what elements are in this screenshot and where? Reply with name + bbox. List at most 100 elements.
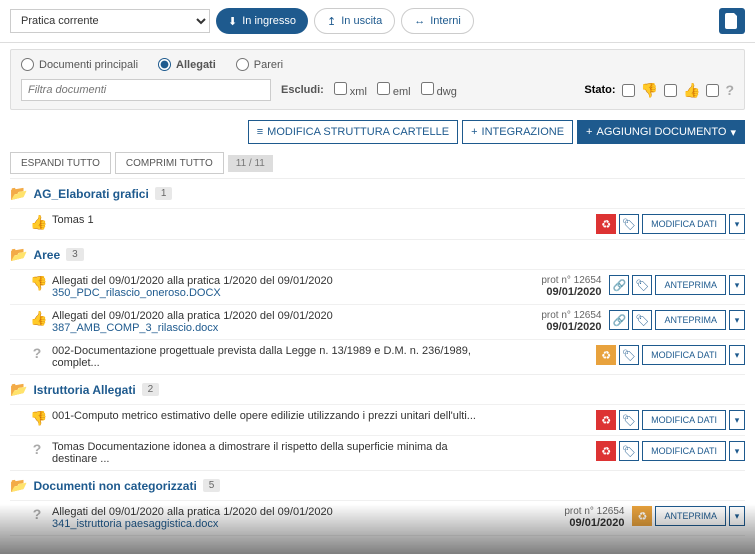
thumb-down-icon: 👎	[30, 410, 47, 426]
tag-icon[interactable]: 🏷	[619, 441, 639, 461]
row-dropdown-button[interactable]: ▾	[729, 410, 745, 430]
filter-input[interactable]	[21, 79, 271, 101]
radio-label: Allegati	[176, 59, 216, 71]
item-body: 002-Documentazione progettuale prevista …	[52, 345, 480, 369]
button-label: Interni	[430, 15, 461, 27]
thumb-down-icon: 👎	[30, 275, 47, 291]
thumb-down-icon: 👎	[641, 82, 658, 99]
link-icon[interactable]: 🔗	[609, 310, 629, 330]
chk-eml[interactable]: eml	[377, 82, 411, 98]
filter-row: Escludi: xml eml dwg Stato: 👎 👍 ?	[21, 79, 734, 101]
new-document-button[interactable]	[719, 8, 745, 34]
row-dropdown-button[interactable]: ▾	[729, 506, 745, 526]
tag-icon[interactable]: 🏷	[619, 410, 639, 430]
thumb-up-icon: 👍	[30, 310, 47, 326]
folder-name: Aree	[33, 248, 60, 262]
folder-open-icon: 📂	[10, 246, 27, 263]
stato-chk-q[interactable]	[706, 84, 719, 97]
link-icon[interactable]: 🔗	[609, 275, 629, 295]
tag-icon[interactable]: 🏷	[632, 275, 652, 295]
radio-pareri[interactable]: Pareri	[236, 58, 283, 71]
expand-bar: ESPANDI TUTTO COMPRIMI TUTTO 11 / 11	[0, 148, 755, 178]
action-bar: ≡MODIFICA STRUTTURA CARTELLE +INTEGRAZIO…	[0, 116, 755, 148]
stato-chk-up[interactable]	[664, 84, 677, 97]
thumb-up-icon: 👍	[30, 214, 47, 230]
row-dropdown-button[interactable]: ▾	[729, 441, 745, 461]
item-row: 👍 Allegati del 09/01/2020 alla pratica 1…	[10, 304, 745, 339]
chk-label: eml	[393, 86, 411, 98]
tag-icon[interactable]: 🏷	[632, 310, 652, 330]
item-row: ? Tomas Documentazione idonea a dimostra…	[10, 435, 745, 470]
chk-xml[interactable]: xml	[334, 82, 367, 98]
button-label: INTEGRAZIONE	[482, 126, 565, 138]
button-label: MODIFICA STRUTTURA CARTELLE	[267, 126, 449, 138]
item-link[interactable]: 350_PDC_rilascio_oneroso.DOCX	[52, 287, 493, 299]
recycle-icon[interactable]: ♻	[632, 506, 652, 526]
stato-chk-down[interactable]	[622, 84, 635, 97]
folder-open-icon: 📂	[10, 477, 27, 494]
folder-name: Istruttoria Allegati	[33, 383, 135, 397]
in-uscita-button[interactable]: ↥ In uscita	[314, 8, 395, 34]
recycle-icon[interactable]: ♻	[596, 214, 616, 234]
count-badge: 11 / 11	[228, 155, 273, 172]
folder-name: Documenti non categorizzati	[33, 479, 196, 493]
row-dropdown-button[interactable]: ▾	[729, 275, 745, 295]
item-row: ? 002-Documentazione progettuale previst…	[10, 339, 745, 374]
item-row: 👎 Allegati del 09/01/2020 alla pratica 1…	[10, 269, 745, 304]
row-action-button[interactable]: MODIFICA DATI	[642, 345, 726, 365]
row-action-button[interactable]: MODIFICA DATI	[642, 441, 726, 461]
tag-icon[interactable]: 🏷	[619, 214, 639, 234]
item-actions: 🔗🏷ANTEPRIMA▾	[609, 275, 745, 295]
comprimi-tutto-button[interactable]: COMPRIMI TUTTO	[115, 152, 224, 174]
radio-documenti-principali[interactable]: Documenti principali	[21, 58, 138, 71]
folder-row[interactable]: 📂 Aree 3	[10, 239, 745, 269]
radio-allegati[interactable]: Allegati	[158, 58, 216, 71]
row-action-button[interactable]: ANTEPRIMA	[655, 506, 726, 526]
item-link[interactable]: 341_istruttoria paesaggistica.docx	[52, 518, 516, 530]
row-dropdown-button[interactable]: ▾	[729, 345, 745, 365]
aggiungi-documento-button[interactable]: +AGGIUNGI DOCUMENTO▾	[577, 120, 745, 144]
folder-row[interactable]: 📂 Istruttoria Allegati 2	[10, 374, 745, 404]
item-meta: prot n° 1265409/01/2020	[501, 275, 601, 298]
folder-open-icon: 📂	[10, 381, 27, 398]
interni-button[interactable]: ↔ Interni	[401, 8, 474, 34]
folder-row[interactable]: 📂 Documenti non categorizzati 5	[10, 470, 745, 500]
pratica-select[interactable]: Pratica corrente	[10, 9, 210, 33]
item-status: 👍	[30, 310, 44, 327]
exclude-label: Escludi:	[281, 84, 324, 96]
upload-icon: ↥	[327, 15, 336, 28]
in-ingresso-button[interactable]: ⬇ In ingresso	[216, 8, 308, 34]
tag-icon[interactable]: 🏷	[619, 345, 639, 365]
question-icon: ?	[33, 441, 42, 457]
row-dropdown-button[interactable]: ▾	[729, 214, 745, 234]
item-status: ?	[30, 441, 44, 457]
item-body: Allegati del 09/01/2020 alla pratica 1/2…	[52, 506, 516, 530]
item-meta: prot n° 1265409/01/2020	[524, 506, 624, 529]
item-title: Allegati del 09/01/2020 alla pratica 1/2…	[52, 310, 493, 322]
item-link[interactable]: 387_AMB_COMP_3_rilascio.docx	[52, 322, 493, 334]
question-icon: ?	[725, 82, 734, 98]
folder-row[interactable]: 📂 AG_Elaborati grafici 1	[10, 178, 745, 208]
row-dropdown-button[interactable]: ▾	[729, 310, 745, 330]
row-action-button[interactable]: MODIFICA DATI	[642, 410, 726, 430]
list-icon: ≡	[257, 126, 263, 138]
recycle-icon[interactable]: ♻	[596, 345, 616, 365]
row-action-button[interactable]: MODIFICA DATI	[642, 214, 726, 234]
document-tree: 📂 AG_Elaborati grafici 1 👍 Tomas 1 ♻🏷MOD…	[0, 178, 755, 538]
row-action-button[interactable]: ANTEPRIMA	[655, 275, 726, 295]
recycle-icon[interactable]: ♻	[596, 441, 616, 461]
plus-icon: +	[586, 126, 592, 138]
download-icon: ⬇	[228, 15, 237, 28]
chk-dwg[interactable]: dwg	[421, 82, 457, 98]
row-action-button[interactable]: ANTEPRIMA	[655, 310, 726, 330]
question-icon: ?	[33, 506, 42, 522]
espandi-tutto-button[interactable]: ESPANDI TUTTO	[10, 152, 111, 174]
modifica-struttura-button[interactable]: ≡ MODIFICA STRUTTURA CARTELLE	[248, 120, 458, 144]
recycle-icon[interactable]: ♻	[596, 410, 616, 430]
item-title: Allegati del 09/01/2020 alla pratica 1/2…	[52, 275, 493, 287]
item-title: 002-Documentazione progettuale prevista …	[52, 345, 480, 369]
item-title: Tomas Documentazione idonea a dimostrare…	[52, 441, 480, 465]
question-icon: ?	[33, 345, 42, 361]
integrazione-button[interactable]: +INTEGRAZIONE	[462, 120, 573, 144]
folder-name: AG_Elaborati grafici	[33, 187, 148, 201]
